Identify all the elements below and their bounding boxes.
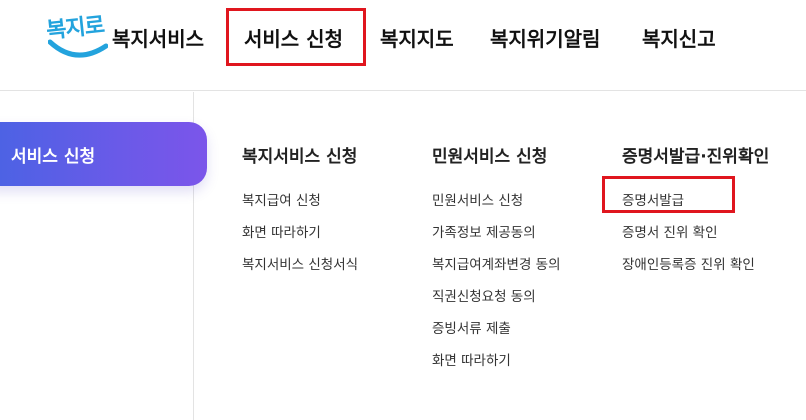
submenu-column-welfare-application: 복지서비스 신청 복지급여 신청 화면 따라하기 복지서비스 신청서식 <box>242 142 358 281</box>
submenu-title: 복지서비스 신청 <box>242 147 358 167</box>
submenu-title: 증명서발급·진위확인 <box>622 147 770 167</box>
submenu-list: 증명서발급 증명서 진위 확인 장애인등록증 진위 확인 <box>622 185 769 281</box>
submenu-title: 민원서비스 신청 <box>432 147 548 167</box>
submenu-item[interactable]: 복지급여 신청 <box>242 185 358 217</box>
side-tab-service-application[interactable]: 서비스 신청 <box>0 122 207 186</box>
submenu-item[interactable]: 증빙서류 제출 <box>432 313 561 345</box>
submenu-item[interactable]: 화면 따라하기 <box>432 345 561 377</box>
submenu-item[interactable]: 화면 따라하기 <box>242 217 358 249</box>
submenu-column-certificates: 증명서발급·진위확인 증명서발급 증명서 진위 확인 장애인등록증 진위 확인 <box>622 142 769 281</box>
gnb-welfare-services[interactable]: 복지서비스 <box>112 24 204 54</box>
submenu-item[interactable]: 증명서 진위 확인 <box>622 217 769 249</box>
submenu-item[interactable]: 직권신청요청 동의 <box>432 281 561 313</box>
gnb-welfare-map[interactable]: 복지지도 <box>380 24 454 54</box>
submenu-column-civil-application: 민원서비스 신청 민원서비스 신청 가족정보 제공동의 복지급여계좌변경 동의 … <box>432 142 561 377</box>
submenu-item[interactable]: 복지급여계좌변경 동의 <box>432 249 561 281</box>
logo-smile-icon <box>48 39 108 58</box>
gnb-welfare-crisis-alert[interactable]: 복지위기알림 <box>490 24 600 54</box>
submenu-item[interactable]: 가족정보 제공동의 <box>432 217 561 249</box>
gnb-service-application[interactable]: 서비스 신청 <box>244 24 343 54</box>
page: 복지로 복지서비스 서비스 신청 복지지도 복지위기알림 복지신고 서비스 신청… <box>0 0 806 420</box>
submenu-item-certificate-issue[interactable]: 증명서발급 <box>622 185 769 217</box>
submenu-item[interactable]: 복지서비스 신청서식 <box>242 249 358 281</box>
header: 복지로 복지서비스 서비스 신청 복지지도 복지위기알림 복지신고 <box>0 0 806 91</box>
submenu-list: 복지급여 신청 화면 따라하기 복지서비스 신청서식 <box>242 185 358 281</box>
site-logo[interactable]: 복지로 <box>44 8 108 62</box>
submenu-item[interactable]: 장애인등록증 진위 확인 <box>622 249 769 281</box>
submenu-item[interactable]: 민원서비스 신청 <box>432 185 561 217</box>
side-tab-label: 서비스 신청 <box>11 147 96 167</box>
submenu-list: 민원서비스 신청 가족정보 제공동의 복지급여계좌변경 동의 직권신청요청 동의… <box>432 185 561 377</box>
gnb-welfare-report[interactable]: 복지신고 <box>642 24 716 54</box>
